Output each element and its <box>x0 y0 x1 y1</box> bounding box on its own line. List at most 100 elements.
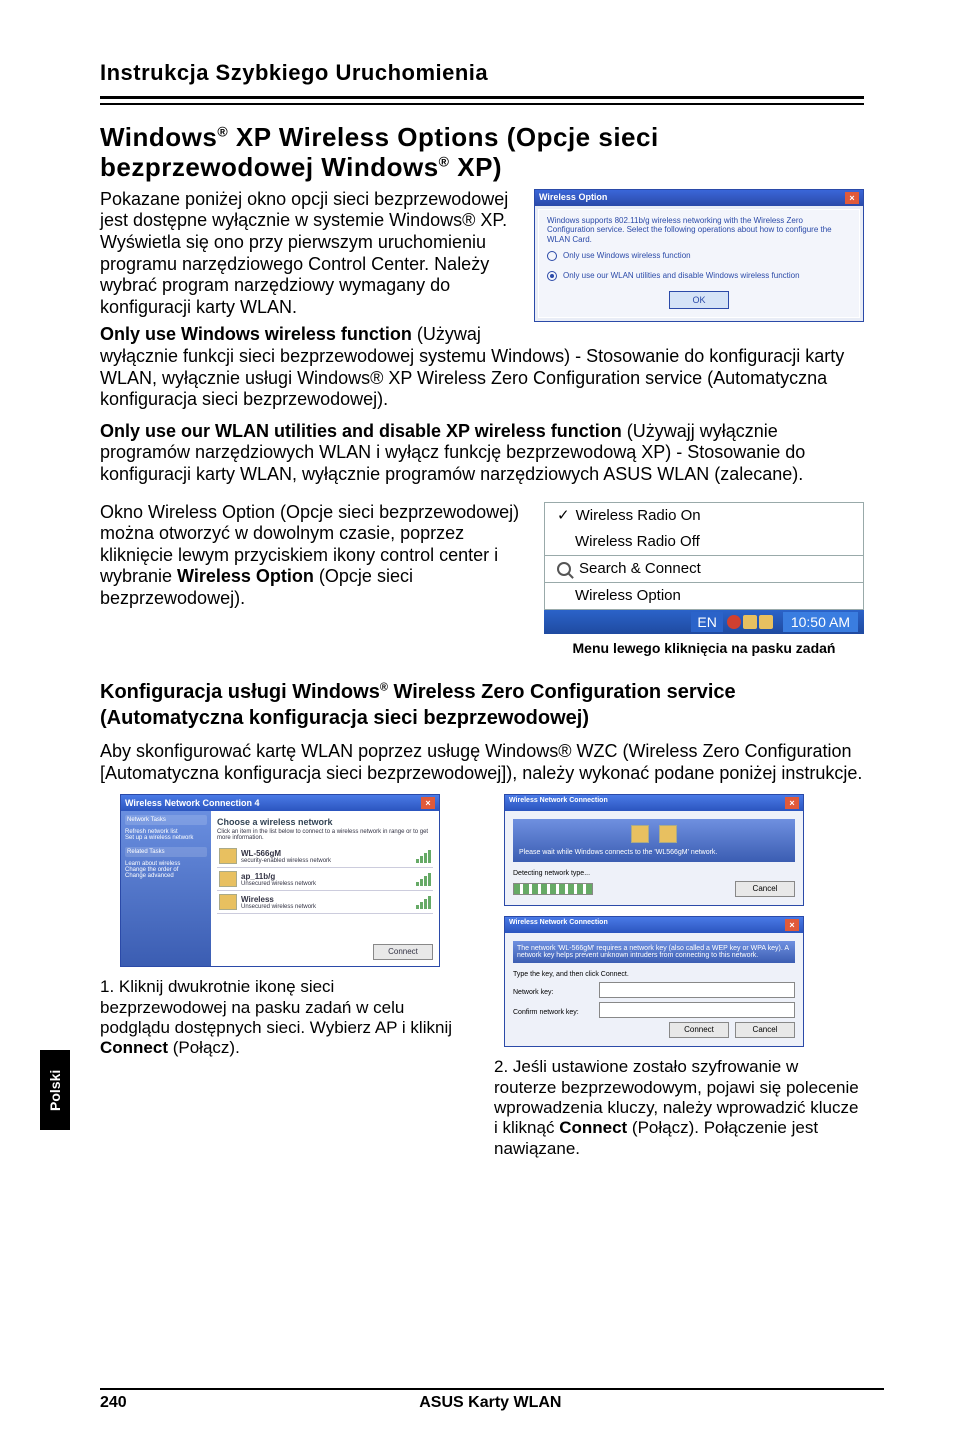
language-indicator[interactable]: EN <box>691 612 722 633</box>
radio-only-wlan[interactable]: Only use our WLAN utilities and disable … <box>547 271 851 281</box>
cancel-button[interactable]: Cancel <box>735 881 795 897</box>
field-label: Network key: <box>513 989 593 996</box>
panel-link[interactable]: Set up a wireless network <box>125 835 207 841</box>
tray-clock: 10:50 AM <box>783 612 858 633</box>
progress-label: Detecting network type... <box>513 870 795 877</box>
inline-bold: Connect <box>559 1118 627 1137</box>
subsection-heading: Konfiguracja usługi Windows® Wireless Ze… <box>100 679 864 731</box>
field-label: Confirm network key: <box>513 1009 593 1016</box>
network-security: Unsecured wireless network <box>241 881 316 887</box>
menu-item-wireless-option[interactable]: Wireless Option <box>545 583 863 609</box>
panel-link[interactable]: Change advanced <box>125 873 207 879</box>
wzc-intro: Aby skonfigurować kartę WLAN poprzez usł… <box>100 741 864 784</box>
intro-block: Wireless Option × Windows supports 802.1… <box>100 189 864 411</box>
registered-mark: ® <box>380 681 388 693</box>
dialog-titlebar: Wireless Option × <box>535 190 863 206</box>
cancel-button[interactable]: Cancel <box>735 1022 795 1038</box>
tray-icon[interactable] <box>743 615 757 629</box>
network-item[interactable]: Wireless Unsecured wireless network <box>217 891 433 914</box>
network-name: ap_11b/g <box>241 872 316 881</box>
signal-strength-icon <box>416 896 431 909</box>
option-heading: Only use our WLAN utilities and disable … <box>100 421 622 441</box>
step-2-text: 2. Jeśli ustawione zostało szyfrowanie w… <box>494 1057 864 1159</box>
registered-mark: ® <box>217 123 228 139</box>
footer-title: ASUS Karty WLAN <box>127 1394 854 1412</box>
menu-item-radio-on[interactable]: Wireless Radio On <box>545 503 863 529</box>
close-icon[interactable]: × <box>421 797 435 809</box>
paragraph-block: Only use our WLAN utilities and disable … <box>100 421 864 486</box>
menu-label: Search & Connect <box>579 560 701 578</box>
section-title: Windows® XP Wireless Options (Opcje siec… <box>100 123 864 183</box>
close-icon[interactable]: × <box>785 919 799 931</box>
banner-area: Please wait while Windows connects to th… <box>513 819 795 862</box>
network-name: Wireless <box>241 895 316 904</box>
close-icon[interactable]: × <box>845 192 859 204</box>
network-icon <box>219 848 237 864</box>
panel-group: Network Tasks <box>125 815 207 825</box>
registered-mark: ® <box>439 153 450 169</box>
choose-network-dialog: Wireless Network Connection 4 × Network … <box>120 794 440 967</box>
page-number: 240 <box>100 1394 127 1412</box>
radio-only-windows[interactable]: Only use Windows wireless function <box>547 251 851 261</box>
computer-icon <box>659 825 677 843</box>
tray-icon[interactable] <box>759 615 773 629</box>
tray-icon[interactable] <box>727 615 741 629</box>
option-heading: Only use Windows wireless function <box>100 324 412 344</box>
paragraph-text: Pokazane poniżej okno opcji sieci bezprz… <box>100 189 508 317</box>
heading-part: Konfiguracja usługi Windows <box>100 681 380 703</box>
menu-item-radio-off[interactable]: Wireless Radio Off <box>545 529 863 555</box>
network-item[interactable]: WL-566gM security-enabled wireless netwo… <box>217 845 433 868</box>
horizontal-rule <box>100 96 864 99</box>
doc-section-header: Instrukcja Szybkiego Uruchomienia <box>100 60 864 86</box>
search-icon <box>557 562 571 576</box>
dialog-title: Wireless Network Connection 4 <box>125 798 259 808</box>
step-text: (Połącz). <box>168 1038 240 1057</box>
page-footer: 240 ASUS Karty WLAN <box>0 1388 954 1412</box>
radio-label: Only use Windows wireless function <box>563 251 691 261</box>
inline-bold: Wireless Option <box>177 566 314 586</box>
progress-bar <box>513 883 593 895</box>
dialog-titlebar: Wireless Network Connection × <box>505 795 803 811</box>
network-item[interactable]: ap_11b/g Unsecured wireless network <box>217 868 433 891</box>
system-tray: EN 10:50 AM <box>544 610 864 635</box>
title-part: XP) <box>450 152 503 182</box>
dialog-titlebar: Wireless Network Connection 4 × <box>121 795 439 811</box>
menu-item-search-connect[interactable]: Search & Connect <box>545 556 863 582</box>
network-icon <box>219 871 237 887</box>
network-name: WL-566gM <box>241 849 331 858</box>
language-side-tab: Polski <box>40 1050 70 1130</box>
step-text: 1. Kliknij dwukrotnie ikonę sieci bezprz… <box>100 977 452 1037</box>
radio-icon <box>547 251 557 261</box>
inline-bold: Connect <box>100 1038 168 1057</box>
panel-heading: Choose a wireless network <box>217 817 433 827</box>
open-option-block: Wireless Radio On Wireless Radio Off Sea… <box>100 502 864 658</box>
dialog-info-text: Windows supports 802.11b/g wireless netw… <box>547 216 851 245</box>
field-label: Type the key, and then click Connect. <box>513 971 795 978</box>
dialog-body: Windows supports 802.11b/g wireless netw… <box>538 209 860 318</box>
connect-button[interactable]: Connect <box>669 1022 729 1038</box>
ok-button[interactable]: OK <box>669 291 729 309</box>
panel-group: Related Tasks <box>125 847 207 857</box>
network-security: security-enabled wireless network <box>241 858 331 864</box>
connecting-dialog: Wireless Network Connection × Please wai… <box>504 794 804 906</box>
info-text: The network 'WL-566gM' requires a networ… <box>513 941 795 963</box>
panel-desc: Click an item in the list below to conne… <box>217 829 433 841</box>
dialog-title: Wireless Option <box>539 192 607 203</box>
tasks-panel: Network Tasks Refresh network list Set u… <box>121 811 211 966</box>
taskbar-context-menu: Wireless Radio On Wireless Radio Off Sea… <box>544 502 864 658</box>
signal-strength-icon <box>416 850 431 863</box>
title-part: Windows <box>100 122 217 152</box>
figure-caption: Menu lewego kliknięcia na pasku zadań <box>544 640 864 657</box>
dialog-title: Wireless Network Connection <box>509 797 608 809</box>
close-icon[interactable]: × <box>785 797 799 809</box>
network-key-input[interactable] <box>599 982 795 998</box>
dialog-titlebar: Wireless Network Connection × <box>505 917 803 933</box>
network-icon <box>631 825 649 843</box>
signal-strength-icon <box>416 873 431 886</box>
network-security: Unsecured wireless network <box>241 904 316 910</box>
confirm-key-input[interactable] <box>599 1002 795 1018</box>
dialog-title: Wireless Network Connection <box>509 919 608 931</box>
network-icon <box>219 894 237 910</box>
connect-button[interactable]: Connect <box>373 944 433 960</box>
network-key-dialog: Wireless Network Connection × The networ… <box>504 916 804 1047</box>
